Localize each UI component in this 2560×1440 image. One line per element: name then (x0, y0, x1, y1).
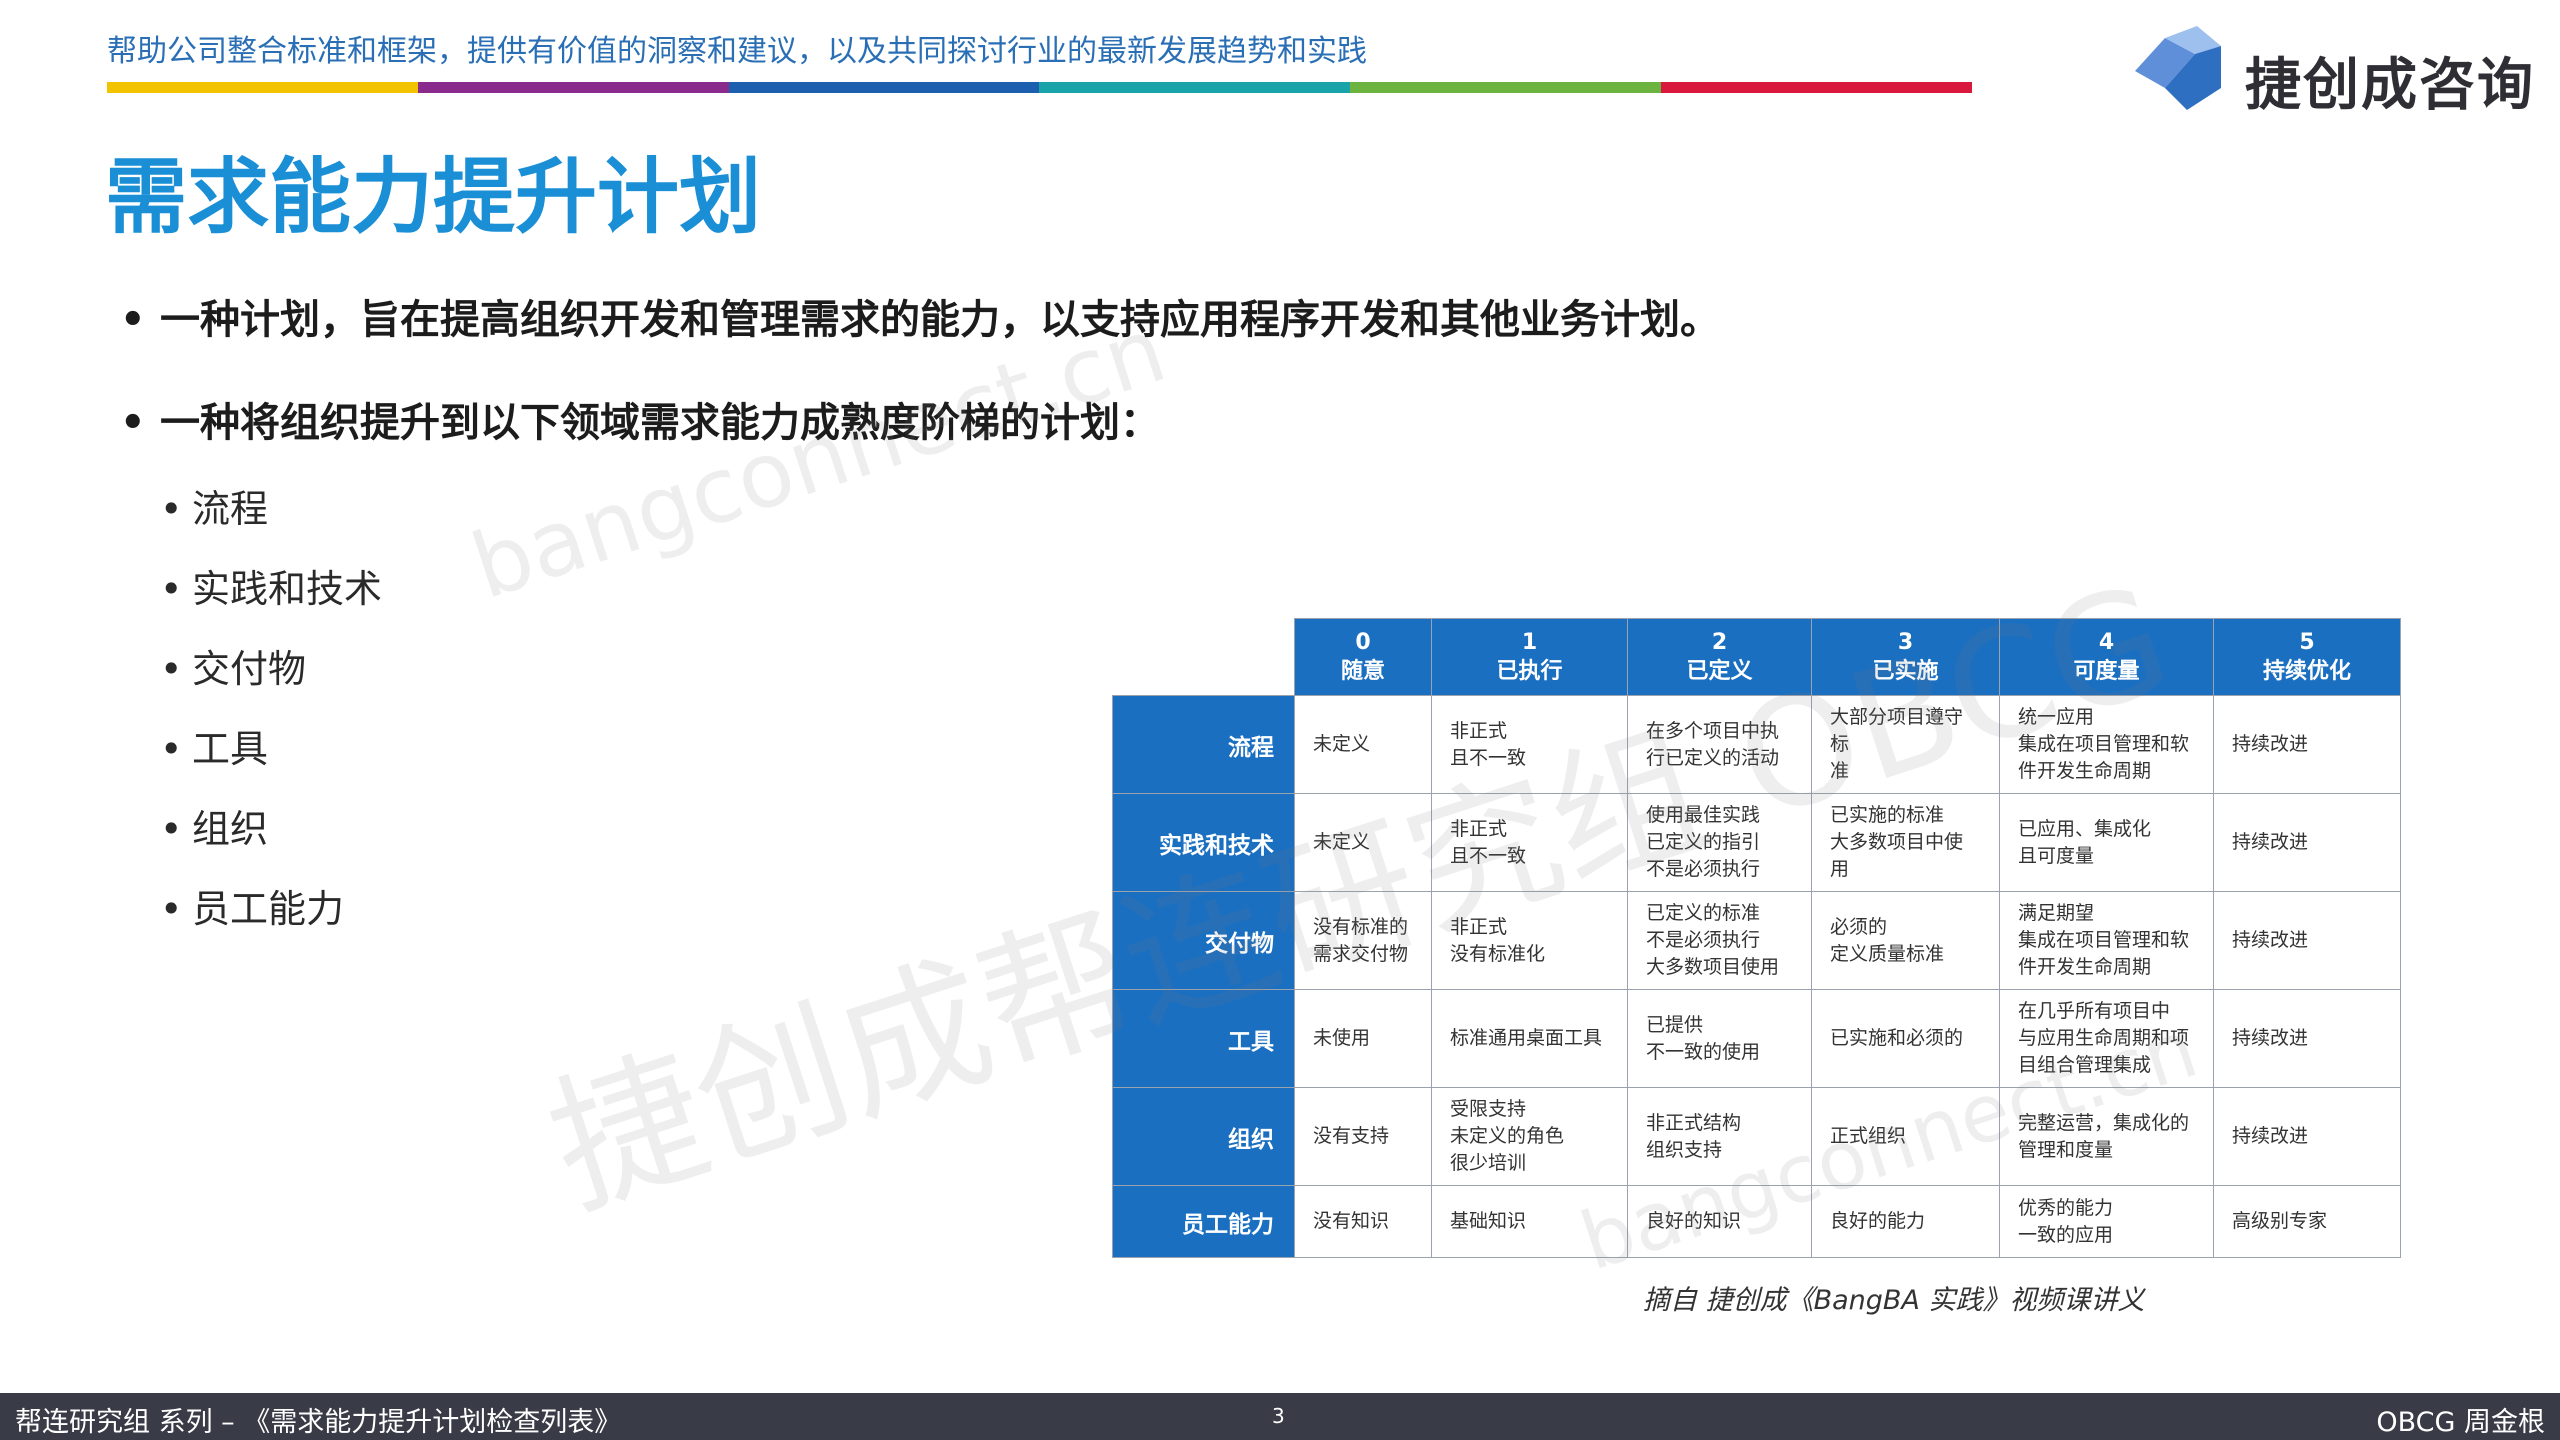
stripe-segment (1661, 82, 1972, 93)
table-cell: 基础知识 (1431, 1185, 1628, 1258)
table-cell: 持续改进 (2213, 1087, 2401, 1186)
row-header: 实践和技术 (1112, 793, 1295, 892)
table-row: 实践和技术 未定义 非正式 且不一致 使用最佳实践 已定义的指引 不是必须执行 已实施的… (1112, 793, 2401, 892)
table-header-row: 0 随意 1 已执行 2 已定义 3 已实施 4 可度量 5 持续优化 (1112, 618, 2401, 696)
sub-bullet-text: 实践和技术 (192, 567, 383, 611)
level-header: 3 已实施 (1811, 618, 2000, 696)
table-cell: 没有标准的 需求交付物 (1294, 891, 1432, 990)
level-header: 0 随意 (1294, 618, 1432, 696)
table-corner (1112, 618, 1295, 696)
sub-bullet-text: 交付物 (192, 647, 307, 691)
row-header: 组织 (1112, 1087, 1295, 1186)
table-cell: 正式组织 (1811, 1087, 2000, 1186)
sub-bullet-text: 工具 (192, 727, 269, 771)
table-cell: 统一应用 集成在项目管理和软 件开发生命周期 (1999, 695, 2214, 794)
table-cell: 在几乎所有项目中 与应用生命周期和项 目组合管理集成 (1999, 989, 2214, 1088)
table-cell: 非正式 且不一致 (1431, 695, 1628, 794)
table-row: 组织 没有支持 受限支持 未定义的角色 很少培训 非正式结构 组织支持 正式组织 完整运营… (1112, 1087, 2401, 1186)
row-header: 流程 (1112, 695, 1295, 794)
table-cell: 未定义 (1294, 695, 1432, 794)
row-header: 交付物 (1112, 891, 1295, 990)
table-cell: 已定义的标准 不是必须执行 大多数项目使用 (1627, 891, 1812, 990)
bullet-item: • 一种将组织提升到以下领域需求能力成熟度阶梯的计划： (120, 400, 1160, 446)
sub-bullet-text: 组织 (192, 807, 269, 851)
table-cell: 持续改进 (2213, 891, 2401, 990)
level-header: 2 已定义 (1627, 618, 1812, 696)
table-cell: 优秀的能力 一致的应用 (1999, 1185, 2214, 1258)
table-cell: 非正式 且不一致 (1431, 793, 1628, 892)
level-header: 1 已执行 (1431, 618, 1628, 696)
table-cell: 持续改进 (2213, 793, 2401, 892)
sub-bullet-item: • 组织 (160, 807, 269, 851)
table-cell: 良好的能力 (1811, 1185, 2000, 1258)
color-stripe (107, 82, 1972, 93)
table-cell: 在多个项目中执 行已定义的活动 (1627, 695, 1812, 794)
sub-bullet-item: • 流程 (160, 487, 269, 531)
stripe-segment (1350, 82, 1662, 93)
page-number: 3 (1272, 1404, 1285, 1428)
sub-bullet-item: • 工具 (160, 727, 269, 771)
table-row: 员工能力 没有知识 基础知识 良好的知识 良好的能力 优秀的能力 一致的应用 高级别专家 (1112, 1185, 2401, 1258)
table-cell: 已提供 不一致的使用 (1627, 989, 1812, 1088)
table-row: 工具 未使用 标准通用桌面工具 已提供 不一致的使用 已实施和必须的 在几乎所有项目中 与… (1112, 989, 2401, 1088)
footer-series-title: 帮连研究组 系列 – 《需求能力提升计划检查列表》 (15, 1407, 622, 1438)
table-cell: 已应用、集成化 且可度量 (1999, 793, 2214, 892)
table-cell: 没有知识 (1294, 1185, 1432, 1258)
table-row: 交付物 没有标准的 需求交付物 非正式 没有标准化 已定义的标准 不是必须执行 大多数… (1112, 891, 2401, 990)
bullet-text: 一种将组织提升到以下领域需求能力成熟度阶梯的计划： (160, 400, 1160, 446)
row-header: 员工能力 (1112, 1185, 1295, 1258)
stripe-segment (1039, 82, 1351, 93)
source-caption: 摘自 捷创成《BangBA 实践》视频课讲义 (1643, 1285, 2145, 1316)
table-cell: 标准通用桌面工具 (1431, 989, 1628, 1088)
level-header: 4 可度量 (1999, 618, 2214, 696)
table-cell: 满足期望 集成在项目管理和软 件开发生命周期 (1999, 891, 2214, 990)
table-cell: 使用最佳实践 已定义的指引 不是必须执行 (1627, 793, 1812, 892)
stripe-segment (728, 82, 1040, 93)
level-header: 5 持续优化 (2213, 618, 2401, 696)
table-cell: 已实施的标准 大多数项目中使用 (1811, 793, 2000, 892)
sub-bullet-item: • 员工能力 (160, 887, 345, 931)
bullet-item: • 一种计划，旨在提高组织开发和管理需求的能力，以支持应用程序开发和其他业务计划。 (120, 297, 1720, 343)
row-header: 工具 (1112, 989, 1295, 1088)
table-cell: 持续改进 (2213, 989, 2401, 1088)
maturity-table: 0 随意 1 已执行 2 已定义 3 已实施 4 可度量 5 持续优化 流程 未定义 非正式 且… (1112, 618, 2401, 1258)
footer-author: OBCG 周金根 (2376, 1407, 2545, 1438)
table-row: 流程 未定义 非正式 且不一致 在多个项目中执 行已定义的活动 大部分项目遵守标 准统一… (1112, 695, 2401, 794)
table-cell: 良好的知识 (1627, 1185, 1812, 1258)
table-cell: 完整运营，集成化的 管理和度量 (1999, 1087, 2214, 1186)
footer-bar: 帮连研究组 系列 – 《需求能力提升计划检查列表》 3 OBCG 周金根 (0, 1393, 2560, 1440)
page-title: 需求能力提升计划 (105, 150, 762, 245)
sub-bullet-item: • 交付物 (160, 647, 307, 691)
stripe-segment (107, 82, 418, 93)
watermark: bangconnect.cn (460, 297, 1178, 620)
table-cell: 持续改进 (2213, 695, 2401, 794)
table-cell: 高级别专家 (2213, 1185, 2401, 1258)
table-cell: 必须的 定义质量标准 (1811, 891, 2000, 990)
header-tagline: 帮助公司整合标准和框架，提供有价值的洞察和建议，以及共同探讨行业的最新发展趋势和… (107, 34, 1367, 69)
table-cell: 已实施和必须的 (1811, 989, 2000, 1088)
sub-bullet-item: • 实践和技术 (160, 567, 383, 611)
sub-bullet-text: 流程 (192, 487, 269, 531)
table-cell: 非正式结构 组织支持 (1627, 1087, 1812, 1186)
table-cell: 没有支持 (1294, 1087, 1432, 1186)
table-cell: 大部分项目遵守标 准 (1811, 695, 2000, 794)
sub-bullet-text: 员工能力 (192, 887, 345, 931)
bullet-text: 一种计划，旨在提高组织开发和管理需求的能力，以支持应用程序开发和其他业务计划。 (160, 297, 1720, 343)
logo-text: 捷创成咨询 (2245, 53, 2535, 118)
stripe-segment (417, 82, 729, 93)
table-cell: 未使用 (1294, 989, 1432, 1088)
table-cell: 受限支持 未定义的角色 很少培训 (1431, 1087, 1628, 1186)
table-cell: 未定义 (1294, 793, 1432, 892)
table-cell: 非正式 没有标准化 (1431, 891, 1628, 990)
